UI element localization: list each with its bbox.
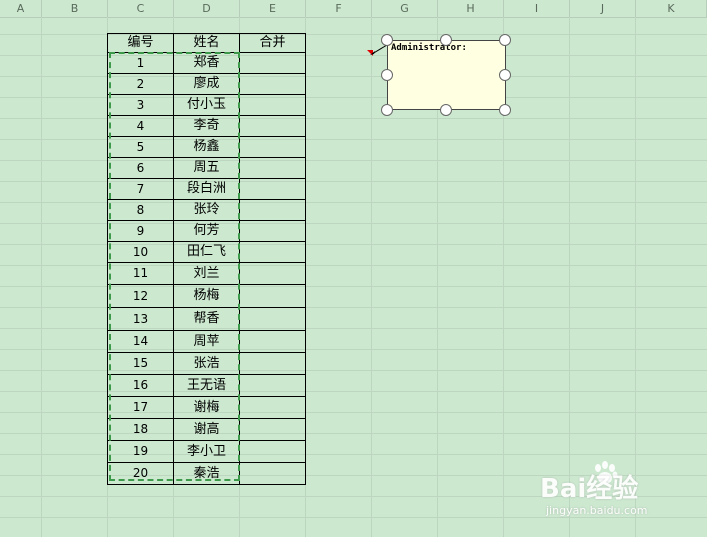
resize-handle[interactable] — [499, 34, 511, 46]
id-cell[interactable]: 14 — [107, 330, 174, 353]
name-cell[interactable]: 田仁飞 — [173, 241, 240, 263]
id-cell[interactable]: 11 — [107, 262, 174, 285]
watermark: Bai经验 jingyan.baidu.com — [540, 460, 700, 530]
column-header-k[interactable]: K — [636, 0, 707, 17]
resize-handle[interactable] — [499, 104, 511, 116]
id-cell[interactable]: 17 — [107, 396, 174, 419]
spreadsheet[interactable]: ABCDEFGHIJK 编号 姓名 合并 1 郑香 2 廖成 3 付小玉 4 李奇 5 杨鑫 6 周五 7 段白… — [0, 0, 707, 537]
merge-cell[interactable] — [239, 440, 306, 463]
name-cell[interactable]: 周苹 — [173, 330, 240, 353]
column-header-g[interactable]: G — [372, 0, 438, 17]
column-header-f[interactable]: F — [306, 0, 372, 17]
name-cell[interactable]: 秦浩 — [173, 462, 240, 485]
merge-cell[interactable] — [239, 462, 306, 485]
resize-handle[interactable] — [499, 69, 511, 81]
column-header-c[interactable]: C — [108, 0, 174, 17]
name-cell[interactable]: 杨鑫 — [173, 136, 240, 158]
name-cell[interactable]: 何芳 — [173, 220, 240, 242]
name-cell[interactable]: 帮香 — [173, 307, 240, 331]
column-header-e[interactable]: E — [240, 0, 306, 17]
header-merge-cell[interactable]: 合并 — [239, 33, 306, 53]
name-cell[interactable]: 郑香 — [173, 52, 240, 74]
name-cell[interactable]: 张玲 — [173, 199, 240, 221]
column-header-b[interactable]: B — [42, 0, 108, 17]
merge-cell[interactable] — [239, 94, 306, 116]
column-header-j[interactable]: J — [570, 0, 636, 17]
grid-column-line — [635, 17, 636, 537]
name-cell[interactable]: 李奇 — [173, 115, 240, 137]
name-cell[interactable]: 谢高 — [173, 418, 240, 441]
name-cell[interactable]: 周五 — [173, 157, 240, 179]
id-cell[interactable]: 10 — [107, 241, 174, 263]
merge-cell[interactable] — [239, 374, 306, 397]
id-cell[interactable]: 5 — [107, 136, 174, 158]
resize-handle[interactable] — [440, 34, 452, 46]
merge-cell[interactable] — [239, 330, 306, 353]
merge-cell[interactable] — [239, 307, 306, 331]
grid-column-line — [569, 17, 570, 537]
resize-handle[interactable] — [381, 69, 393, 81]
resize-handle[interactable] — [440, 104, 452, 116]
grid-column-line — [371, 17, 372, 537]
name-cell[interactable]: 段白洲 — [173, 178, 240, 200]
watermark-url: jingyan.baidu.com — [546, 504, 648, 517]
name-cell[interactable]: 刘兰 — [173, 262, 240, 285]
id-cell[interactable]: 3 — [107, 94, 174, 116]
grid-column-line — [41, 17, 42, 537]
column-header-bar: ABCDEFGHIJK — [0, 0, 707, 18]
merge-cell[interactable] — [239, 396, 306, 419]
id-cell[interactable]: 7 — [107, 178, 174, 200]
id-cell[interactable]: 13 — [107, 307, 174, 331]
column-header-d[interactable]: D — [174, 0, 240, 17]
merge-cell[interactable] — [239, 136, 306, 158]
merge-cell[interactable] — [239, 115, 306, 137]
id-cell[interactable]: 18 — [107, 418, 174, 441]
merge-cell[interactable] — [239, 241, 306, 263]
name-cell[interactable]: 廖成 — [173, 73, 240, 95]
merge-cell[interactable] — [239, 178, 306, 200]
id-cell[interactable]: 2 — [107, 73, 174, 95]
id-cell[interactable]: 4 — [107, 115, 174, 137]
name-cell[interactable]: 张浩 — [173, 352, 240, 375]
cell-comment-box[interactable]: Administrator: — [387, 40, 506, 110]
id-cell[interactable]: 8 — [107, 199, 174, 221]
name-cell[interactable]: 付小玉 — [173, 94, 240, 116]
name-cell[interactable]: 李小卫 — [173, 440, 240, 463]
id-cell[interactable]: 16 — [107, 374, 174, 397]
id-cell[interactable]: 1 — [107, 52, 174, 74]
merge-cell[interactable] — [239, 262, 306, 285]
id-cell[interactable]: 6 — [107, 157, 174, 179]
merge-cell[interactable] — [239, 199, 306, 221]
header-id-cell[interactable]: 编号 — [107, 33, 174, 53]
id-cell[interactable]: 20 — [107, 462, 174, 485]
header-name-cell[interactable]: 姓名 — [173, 33, 240, 53]
name-cell[interactable]: 王无语 — [173, 374, 240, 397]
merge-cell[interactable] — [239, 220, 306, 242]
id-cell[interactable]: 15 — [107, 352, 174, 375]
id-cell[interactable]: 12 — [107, 284, 174, 308]
column-header-h[interactable]: H — [438, 0, 504, 17]
column-header-i[interactable]: I — [504, 0, 570, 17]
merge-cell[interactable] — [239, 52, 306, 74]
id-cell[interactable]: 9 — [107, 220, 174, 242]
merge-cell[interactable] — [239, 157, 306, 179]
merge-cell[interactable] — [239, 418, 306, 441]
comment-author: Administrator: — [391, 43, 467, 53]
id-cell[interactable]: 19 — [107, 440, 174, 463]
name-cell[interactable]: 杨梅 — [173, 284, 240, 308]
merge-cell[interactable] — [239, 352, 306, 375]
watermark-brand: Bai经验 — [540, 474, 639, 504]
name-cell[interactable]: 谢梅 — [173, 396, 240, 419]
resize-handle[interactable] — [381, 104, 393, 116]
merge-cell[interactable] — [239, 73, 306, 95]
merge-cell[interactable] — [239, 284, 306, 308]
resize-handle[interactable] — [381, 34, 393, 46]
column-header-a[interactable]: A — [0, 0, 42, 17]
